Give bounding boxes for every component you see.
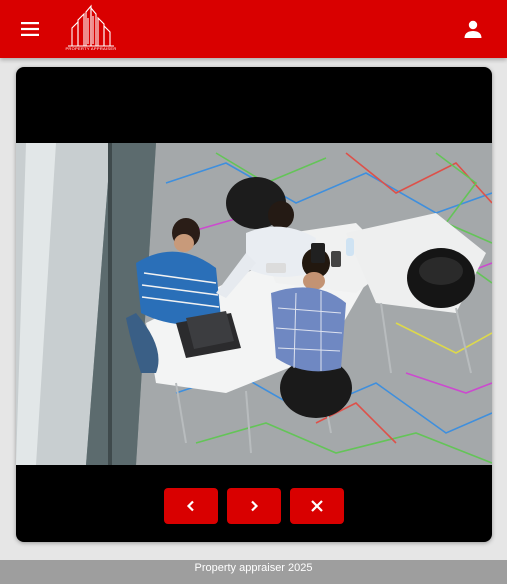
building-logo-icon [68,4,114,47]
chevron-right-icon [251,500,259,512]
menu-icon [21,22,39,36]
footer-text: Property appraiser 2025 [194,562,313,574]
app-bar: PROPERTY APPRAISER [0,0,507,58]
close-icon [311,500,323,512]
next-button[interactable] [227,488,281,524]
office-meeting-photo [16,143,492,465]
account-button[interactable] [458,14,488,44]
logo-text: PROPERTY APPRAISER [65,46,117,51]
close-button[interactable] [290,488,344,524]
image-viewer [16,67,492,542]
brand-logo[interactable]: PROPERTY APPRAISER [64,4,118,54]
menu-button[interactable] [14,13,46,45]
viewer-controls [16,488,492,524]
footer: Property appraiser 2025 [0,560,507,584]
chevron-left-icon [186,500,194,512]
previous-button[interactable] [164,488,218,524]
person-icon [464,20,482,38]
